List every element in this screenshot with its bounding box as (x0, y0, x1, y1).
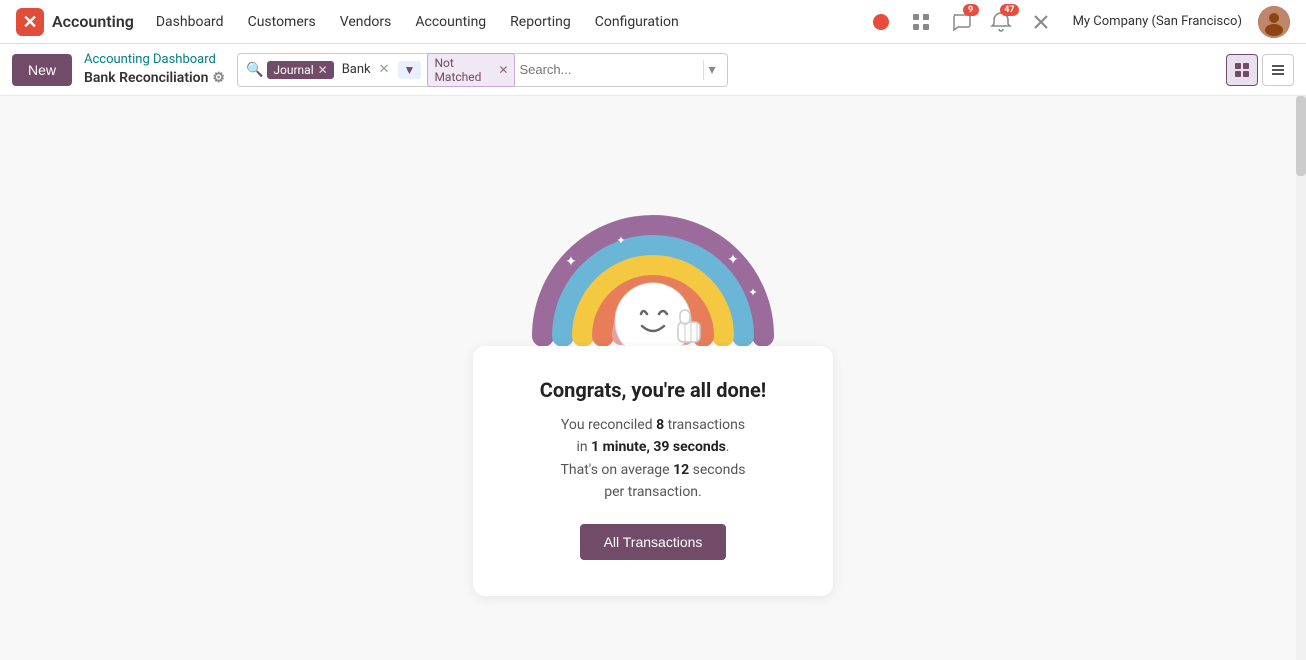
company-selector[interactable]: My Company (San Francisco) (1065, 10, 1250, 33)
close-btn[interactable] (1025, 6, 1057, 38)
journal-filter-value: Bank (338, 62, 375, 77)
record-icon (872, 13, 890, 31)
congrats-line2-suffix: . (726, 439, 730, 455)
nav-right: 9 47 My Company (San Francisco) (865, 6, 1290, 38)
congrats-line3-suffix: seconds (689, 462, 745, 478)
congrats-line4: per transaction. (604, 484, 701, 500)
search-bar: 🔍 Journal ✕ Bank ✕ ▼ Not Matched ✕ ▾ (237, 53, 729, 87)
kanban-view-btn[interactable] (1226, 54, 1258, 86)
logo-icon: ✕ (16, 8, 44, 36)
nav-item-customers[interactable]: Customers (238, 8, 326, 36)
nav-item-accounting[interactable]: Accounting (405, 8, 496, 36)
breadcrumb-parent[interactable]: Accounting Dashboard (84, 52, 225, 69)
top-nav: ✕ Accounting Dashboard Customers Vendors… (0, 0, 1306, 44)
congrats-container: ✦ ✦ ✦ ✦ Congrats, (473, 156, 833, 596)
toolbar: New Accounting Dashboard Bank Reconcilia… (0, 44, 1306, 96)
avatar-icon (1258, 6, 1290, 38)
close-icon (1032, 13, 1050, 31)
search-dropdown-btn[interactable]: ▾ (703, 60, 719, 80)
notifications-badge: 47 (1000, 4, 1018, 16)
not-matched-filter-tag[interactable]: Not Matched ✕ (427, 53, 515, 87)
list-view-btn[interactable] (1262, 54, 1294, 86)
apps-icon (911, 12, 931, 32)
congrats-title: Congrats, you're all done! (521, 378, 785, 402)
svg-text:✦: ✦ (616, 234, 625, 247)
messages-badge: 9 (963, 4, 979, 16)
journal-filter-label: Journal (273, 63, 313, 77)
nav-logo-text: Accounting (52, 12, 134, 31)
congrats-avg: 12 (673, 462, 689, 478)
congrats-text: You reconciled 8 transactions in 1 minut… (521, 414, 785, 504)
search-icon: 🔍 (246, 62, 263, 78)
not-matched-filter-close[interactable]: ✕ (498, 63, 508, 77)
svg-text:✕: ✕ (22, 12, 37, 33)
apps-btn[interactable] (905, 6, 937, 38)
kanban-icon (1234, 62, 1250, 78)
record-btn[interactable] (865, 6, 897, 38)
view-toggle (1226, 54, 1294, 86)
new-button[interactable]: New (12, 54, 72, 86)
svg-text:✦: ✦ (748, 286, 757, 299)
not-matched-filter-label: Not Matched (434, 56, 494, 84)
svg-text:✦: ✦ (727, 252, 739, 268)
congrats-transactions: 8 (656, 417, 664, 433)
congrats-line1-suffix: transactions (664, 417, 745, 433)
messages-btn[interactable]: 9 (945, 6, 977, 38)
congrats-line3-prefix: That's on average (561, 462, 674, 478)
nav-item-vendors[interactable]: Vendors (330, 8, 402, 36)
rainbow-illustration: ✦ ✦ ✦ ✦ (513, 156, 793, 356)
search-input[interactable] (519, 62, 695, 77)
all-transactions-button[interactable]: All Transactions (580, 524, 727, 560)
funnel-icon: ▼ (404, 63, 416, 77)
notifications-btn[interactable]: 47 (985, 6, 1017, 38)
breadcrumb: Accounting Dashboard Bank Reconciliation… (84, 52, 225, 87)
scrollbar-thumb[interactable] (1296, 96, 1306, 176)
main-content: ✦ ✦ ✦ ✦ Congrats, (0, 96, 1306, 660)
nav-logo[interactable]: ✕ Accounting (16, 8, 134, 36)
nav-item-reporting[interactable]: Reporting (500, 8, 581, 36)
nav-item-configuration[interactable]: Configuration (585, 8, 689, 36)
journal-filter-tag[interactable]: Journal ✕ (267, 61, 333, 79)
congrats-line2-prefix: in (577, 439, 592, 455)
scrollbar[interactable] (1296, 96, 1306, 660)
congrats-line1-prefix: You reconciled (561, 417, 656, 433)
user-avatar[interactable] (1258, 6, 1290, 38)
breadcrumb-current: Bank Reconciliation (84, 69, 208, 87)
filter-funnel[interactable]: ▼ (398, 61, 422, 79)
congrats-card: Congrats, you're all done! You reconcile… (473, 346, 833, 596)
congrats-time: 1 minute, 39 seconds (591, 439, 726, 455)
list-icon (1270, 62, 1286, 78)
journal-filter-close[interactable]: ✕ (318, 63, 328, 77)
nav-item-dashboard[interactable]: Dashboard (146, 8, 234, 36)
settings-icon[interactable]: ⚙ (212, 69, 225, 87)
svg-text:✦: ✦ (565, 254, 577, 270)
